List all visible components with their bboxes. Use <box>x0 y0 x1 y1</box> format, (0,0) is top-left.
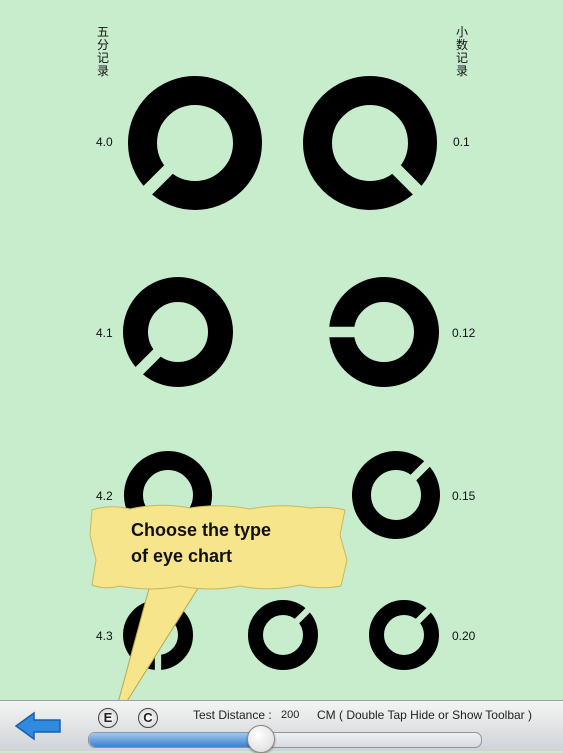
distance-label: Test Distance : <box>193 708 272 722</box>
tooltip-line-1: Choose the type <box>131 520 272 540</box>
landolt-rings <box>123 76 440 674</box>
ring-gap-4 <box>325 326 384 338</box>
e-chart-button[interactable]: E <box>98 708 118 728</box>
distance-slider[interactable] <box>88 732 482 748</box>
eye-chart[interactable]: 五分记录 小数记录 4.0 0.1 4.1 0.12 4.2 0.15 4.3 … <box>0 0 563 700</box>
tooltip-text: Choose the type of eye chart <box>131 517 271 569</box>
bottom-toolbar: E C Test Distance : 200 CM ( Double Tap … <box>0 700 563 753</box>
distance-unit: CM ( Double Tap Hide or Show Toolbar ) <box>317 708 532 722</box>
tooltip-line-2: of eye chart <box>131 546 233 566</box>
slider-fill <box>89 733 262 747</box>
ring-gap-7 <box>154 635 162 674</box>
distance-value: 200 <box>281 709 300 721</box>
left-arrow-icon[interactable] <box>14 711 62 741</box>
slider-thumb[interactable] <box>247 725 276 753</box>
c-chart-button[interactable]: C <box>138 708 158 728</box>
